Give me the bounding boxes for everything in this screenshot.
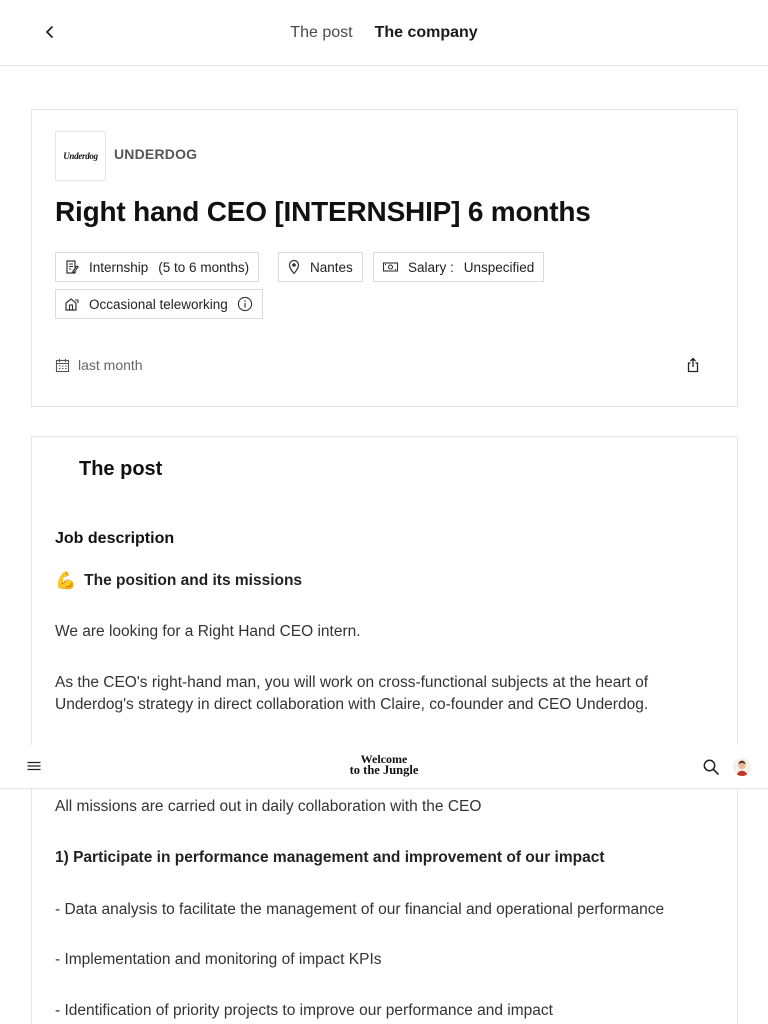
posted-date-text: last month [78, 357, 143, 373]
site-logo-line2: to the Jungle [349, 763, 419, 777]
calendar-icon [55, 358, 70, 372]
search-button[interactable] [702, 758, 720, 776]
tab-the-company[interactable]: The company [375, 22, 478, 44]
missions-heading: 💪 The position and its missions [55, 571, 302, 591]
job-summary-card: Underdog UNDERDOG Right hand CEO [INTERN… [31, 109, 738, 407]
tab-bar: The post The company [0, 22, 768, 44]
share-button[interactable] [683, 355, 703, 375]
salary-label: Salary : [408, 259, 454, 275]
company-name[interactable]: UNDERDOG [114, 146, 197, 162]
location-tag: Nantes [278, 252, 363, 282]
search-icon [703, 759, 719, 775]
post-card: The post Job description 💪 The position … [31, 436, 738, 1024]
user-avatar[interactable] [733, 758, 751, 776]
info-icon[interactable] [237, 296, 253, 312]
job-description-heading: Job description [55, 530, 175, 547]
flexed-biceps-icon: 💪 [55, 571, 77, 590]
post-paragraph: - Implementation and monitoring of impac… [55, 951, 382, 968]
missions-heading-text: The position and its missions [84, 572, 303, 589]
share-icon [687, 357, 699, 373]
post-paragraph: - Identification of priority projects to… [55, 1002, 553, 1019]
home-office-icon [65, 298, 79, 311]
avatar-icon [733, 758, 751, 776]
post-paragraph-bold: 1) Participate in performance management… [55, 849, 605, 866]
post-paragraph: - Data analysis to facilitate the manage… [55, 901, 665, 918]
salary-value: Unspecified [463, 259, 535, 275]
remote-tag: Occasional teleworking [55, 289, 263, 319]
salary-tag: Salary : Unspecified [373, 252, 545, 282]
location-pin-icon [288, 259, 300, 275]
remote-value: Occasional teleworking [89, 296, 228, 312]
contract-icon [66, 260, 79, 274]
company-logo-text: Underdog [63, 151, 98, 161]
contract-duration: (5 to 6 months) [158, 259, 250, 275]
contract-tag: Internship (5 to 6 months) [55, 252, 260, 282]
location-value: Nantes [310, 259, 353, 275]
post-heading: The post [79, 458, 163, 480]
contract-type: Internship [89, 259, 149, 275]
site-logo[interactable]: Welcome to the Jungle [0, 753, 768, 777]
job-title: Right hand CEO [INTERNSHIP] 6 months [55, 196, 591, 227]
top-header: The post The company [0, 0, 768, 66]
post-paragraph: All missions are carried out in daily co… [55, 798, 482, 815]
tab-the-post[interactable]: The post [290, 22, 352, 44]
post-paragraph: We are looking for a Right Hand CEO inte… [55, 623, 361, 640]
banknote-icon [382, 262, 399, 272]
company-logo[interactable]: Underdog [55, 131, 106, 181]
site-navbar: Welcome to the Jungle [0, 745, 768, 789]
post-paragraph: As the CEO's right-hand man, you will wo… [55, 674, 649, 713]
posted-date: last month [55, 357, 143, 373]
